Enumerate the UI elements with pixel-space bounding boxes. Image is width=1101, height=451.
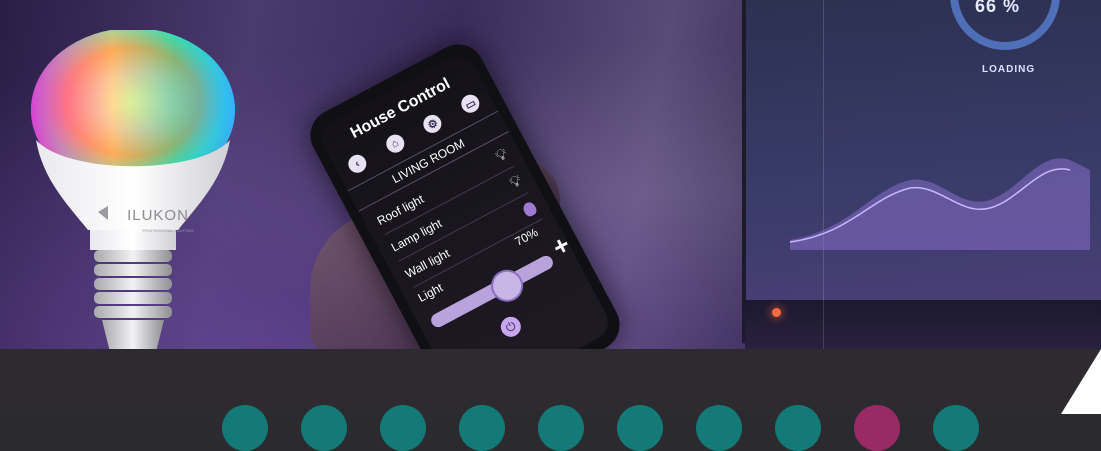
loading-label: LOADING: [982, 64, 1036, 75]
bulb-on-icon: 💡︎: [492, 145, 511, 166]
footer-corner: [1061, 349, 1101, 414]
bulb-on-icon: 💡︎: [506, 171, 525, 193]
home-icon[interactable]: ⌂: [382, 131, 408, 156]
bulb-purple-icon: [521, 200, 539, 219]
feature-circle[interactable]: [459, 405, 505, 451]
feature-circle[interactable]: [301, 405, 347, 451]
loading-percent: 66 %: [975, 0, 1021, 16]
led-bulb: ILUKON PROFESSIONAL LIGHTING: [31, 30, 235, 374]
laptop-base: [745, 300, 1101, 349]
tv-icon[interactable]: ▭: [458, 91, 483, 116]
feature-circle[interactable]: [933, 405, 979, 451]
feature-circle[interactable]: [222, 405, 268, 451]
bulb-brand: ILUKON: [127, 207, 189, 224]
feature-circle[interactable]: [775, 405, 821, 451]
feature-circle[interactable]: [380, 405, 426, 451]
feature-circle[interactable]: [538, 405, 584, 451]
status-led: [772, 308, 781, 317]
bulb-tagline: PROFESSIONAL LIGHTING: [143, 228, 194, 233]
feature-circles: [222, 405, 979, 451]
power-icon[interactable]: ⏻: [497, 313, 525, 341]
gear-icon[interactable]: ⚙: [420, 111, 445, 136]
back-icon[interactable]: ‹: [345, 151, 370, 176]
slider-knob[interactable]: [485, 264, 529, 308]
wave-graphic: [790, 158, 1090, 250]
feature-circle[interactable]: [617, 405, 663, 451]
feature-circle[interactable]: [696, 405, 742, 451]
feature-circle[interactable]: [854, 405, 900, 451]
